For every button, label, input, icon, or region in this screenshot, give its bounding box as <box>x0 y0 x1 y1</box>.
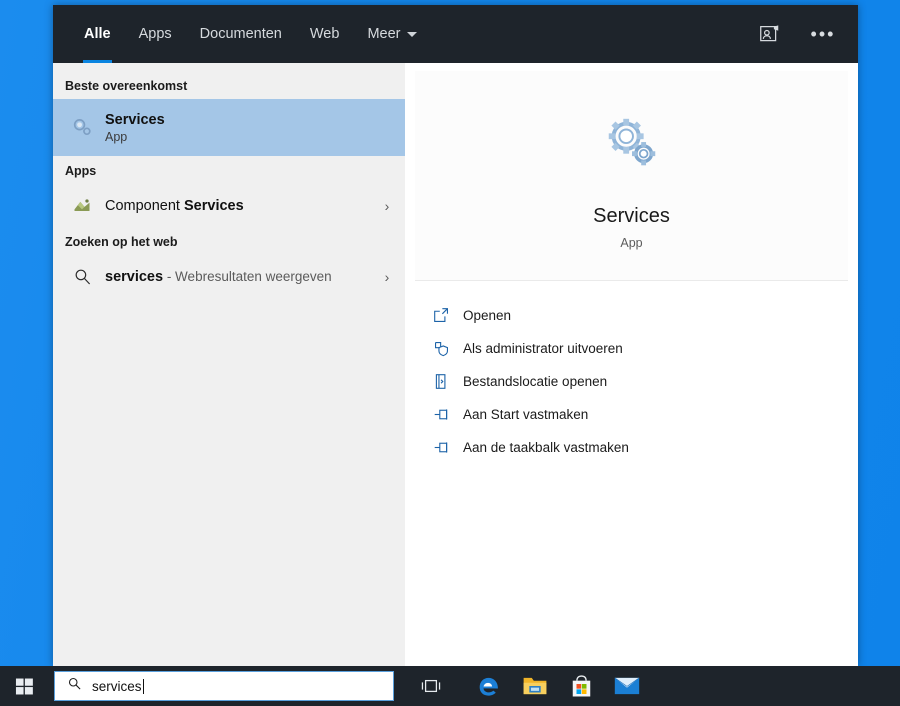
mail-icon <box>614 677 640 695</box>
preview-actions-list: Openen Als administrator uitvoeren Besta… <box>405 281 858 464</box>
tab-meer[interactable]: Meer <box>353 5 431 63</box>
action-label: Openen <box>463 308 512 323</box>
preview-app-card: Services App <box>415 71 848 281</box>
tab-documenten-label: Documenten <box>199 26 282 42</box>
windows-logo-icon <box>15 678 33 694</box>
search-input[interactable]: services <box>92 678 144 694</box>
search-results-list: Beste overeenkomst Services App Apps Com… <box>53 63 405 666</box>
action-als-administrator-uitvoeren[interactable]: Als administrator uitvoeren <box>433 332 858 365</box>
file-explorer-icon <box>523 677 547 695</box>
start-button[interactable] <box>0 666 48 706</box>
tab-web[interactable]: Web <box>296 5 354 63</box>
chevron-down-icon <box>407 31 418 37</box>
taskbar-app-file-explorer[interactable] <box>512 666 558 706</box>
preview-app-subtitle: App <box>620 236 643 250</box>
component-services-bold: Services <box>184 197 244 214</box>
search-input-value: services <box>92 678 142 694</box>
search-panel-body: Beste overeenkomst Services App Apps Com… <box>53 63 858 666</box>
result-item-title: Services <box>105 111 165 128</box>
tab-alle-label: Alle <box>84 26 111 42</box>
tab-web-label: Web <box>309 26 340 42</box>
result-item-text: Services App <box>105 112 395 144</box>
tab-documenten[interactable]: Documenten <box>186 5 296 63</box>
search-icon <box>67 676 82 696</box>
preview-app-title: Services <box>593 205 670 227</box>
action-label: Bestandslocatie openen <box>463 374 608 389</box>
component-services-prefix: Component <box>105 197 184 214</box>
chevron-right-icon[interactable]: › <box>379 270 395 284</box>
search-icon <box>65 260 99 294</box>
taskbar-app-edge[interactable] <box>466 666 512 706</box>
result-item-text: Component Services <box>105 198 379 214</box>
header-actions: ••• <box>752 5 858 63</box>
task-view-icon <box>421 679 441 693</box>
services-gears-icon <box>415 113 848 177</box>
taskbar-app-mail[interactable] <box>604 666 650 706</box>
best-match-header: Beste overeenkomst <box>65 79 188 93</box>
search-panel-header: Alle Apps Documenten Web Meer ••• <box>53 5 858 63</box>
shield-run-as-admin-icon <box>433 340 463 357</box>
taskbar-app-icons <box>466 666 650 706</box>
action-openen[interactable]: Openen <box>433 299 858 332</box>
search-preview-pane: Services App Openen Als administrator ui… <box>405 63 858 666</box>
search-flyout-panel: Alle Apps Documenten Web Meer ••• Beste … <box>53 5 858 666</box>
search-filter-tabs: Alle Apps Documenten Web Meer <box>53 5 431 63</box>
tab-alle[interactable]: Alle <box>70 5 125 63</box>
task-view-button[interactable] <box>408 666 454 706</box>
result-item-component-services[interactable]: Component Services › <box>53 184 405 227</box>
taskbar-search-box[interactable]: services <box>54 671 394 701</box>
open-window-icon <box>433 307 463 324</box>
tab-apps-label: Apps <box>138 26 172 42</box>
action-label: Aan Start vastmaken <box>463 407 589 422</box>
text-caret <box>142 678 144 694</box>
action-label: Aan de taakbalk vastmaken <box>463 440 629 455</box>
pin-icon <box>433 439 463 456</box>
result-item-services[interactable]: Services App <box>53 99 405 156</box>
web-section-header: Zoeken op het web <box>65 235 178 249</box>
folder-location-icon <box>433 373 463 390</box>
tab-meer-label: Meer <box>367 26 401 42</box>
microsoft-store-icon <box>572 674 590 696</box>
web-search-suffix: - Webresultaten weergeven <box>163 268 332 284</box>
result-item-text: services - Webresultaten weergeven <box>105 269 379 285</box>
component-services-title: Component Services <box>105 198 379 214</box>
result-item-subtitle: App <box>105 129 128 144</box>
edge-icon <box>479 677 498 696</box>
tab-apps[interactable]: Apps <box>125 5 186 63</box>
services-gears-icon <box>65 111 99 145</box>
result-item-web-search[interactable]: services - Webresultaten weergeven › <box>53 255 405 298</box>
person-feedback-icon[interactable] <box>752 17 786 51</box>
chevron-right-icon[interactable]: › <box>379 199 395 213</box>
taskbar: services <box>0 666 900 706</box>
taskbar-app-microsoft-store[interactable] <box>558 666 604 706</box>
ellipsis-label: ••• <box>810 24 836 44</box>
action-aan-start-vastmaken[interactable]: Aan Start vastmaken <box>433 398 858 431</box>
ellipsis-icon[interactable]: ••• <box>806 17 840 51</box>
apps-section-header: Apps <box>65 164 97 178</box>
web-search-title: services - Webresultaten weergeven <box>105 269 379 285</box>
action-bestandslocatie-openen[interactable]: Bestandslocatie openen <box>433 365 858 398</box>
action-aan-de-taakbalk-vastmaken[interactable]: Aan de taakbalk vastmaken <box>433 431 858 464</box>
component-services-icon <box>65 189 99 223</box>
web-search-query: services <box>105 268 164 285</box>
action-label: Als administrator uitvoeren <box>463 341 623 356</box>
pin-icon <box>433 406 463 423</box>
